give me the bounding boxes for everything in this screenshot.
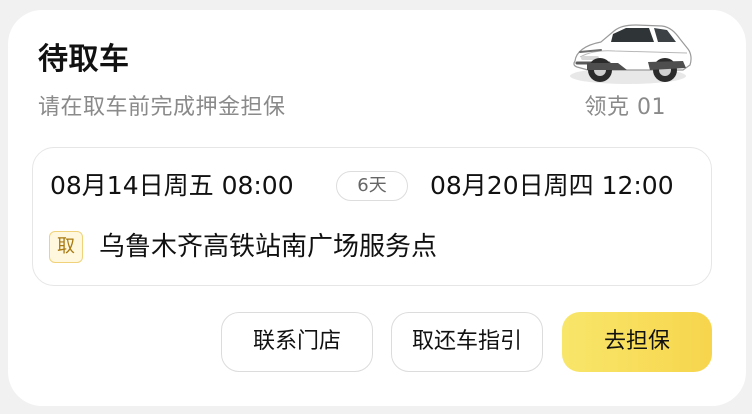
pickup-time: 08月14日周五 08:00 <box>50 171 294 200</box>
order-card: 待取车 请在取车前完成押金担保 领克 01 08月14日周五 08:00 6天 … <box>0 0 752 414</box>
rental-duration-badge: 6天 <box>336 171 408 201</box>
pickup-return-guide-button[interactable]: 取还车指引 <box>391 312 543 372</box>
return-time: 08月20日周四 12:00 <box>430 171 674 200</box>
order-status-title: 待取车 <box>38 42 130 77</box>
pickup-location: 乌鲁木齐高铁站南广场服务点 <box>99 232 438 262</box>
car-image <box>562 18 694 88</box>
contact-store-button[interactable]: 联系门店 <box>221 312 373 372</box>
pickup-location-tag: 取 <box>49 231 83 263</box>
go-guarantee-button[interactable]: 去担保 <box>562 312 712 372</box>
car-model-name: 领克 01 <box>584 95 666 120</box>
deposit-guarantee-hint: 请在取车前完成押金担保 <box>38 95 286 120</box>
